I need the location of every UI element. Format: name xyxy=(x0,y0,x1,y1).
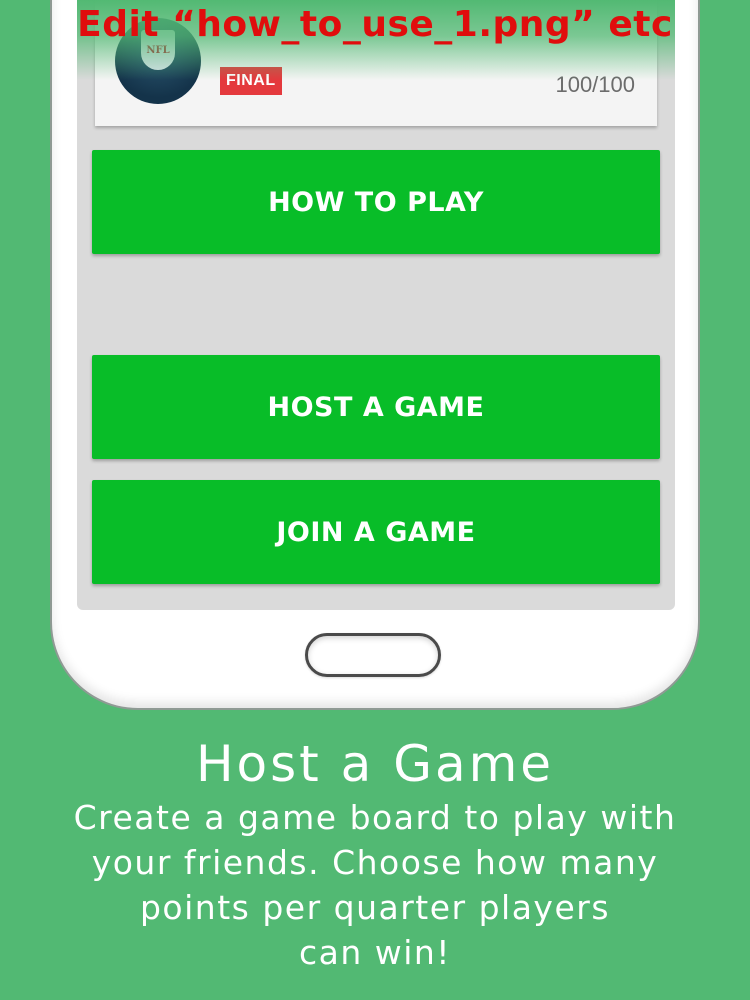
phone-screen: NFL FINAL 100/100 HOW TO PLAY HOST A GAM… xyxy=(77,0,675,610)
how-to-play-button[interactable]: HOW TO PLAY xyxy=(92,150,660,254)
join-a-game-button[interactable]: JOIN A GAME xyxy=(92,480,660,584)
score-text: 100/100 xyxy=(555,72,635,97)
caption-body: Create a game board to play with your fr… xyxy=(0,795,750,975)
status-badge: FINAL xyxy=(220,67,282,95)
host-a-game-button[interactable]: HOST A GAME xyxy=(92,355,660,459)
home-button[interactable] xyxy=(305,633,441,677)
caption-title: Host a Game xyxy=(195,735,555,793)
caption-line: points per quarter players xyxy=(139,888,611,927)
caption-line: can win! xyxy=(298,933,452,972)
caption-line: Create a game board to play with xyxy=(73,798,677,837)
edit-note-banner: Edit “how_to_use_1.png” etc xyxy=(77,4,673,45)
caption-line: your friends. Choose how many xyxy=(91,843,659,882)
